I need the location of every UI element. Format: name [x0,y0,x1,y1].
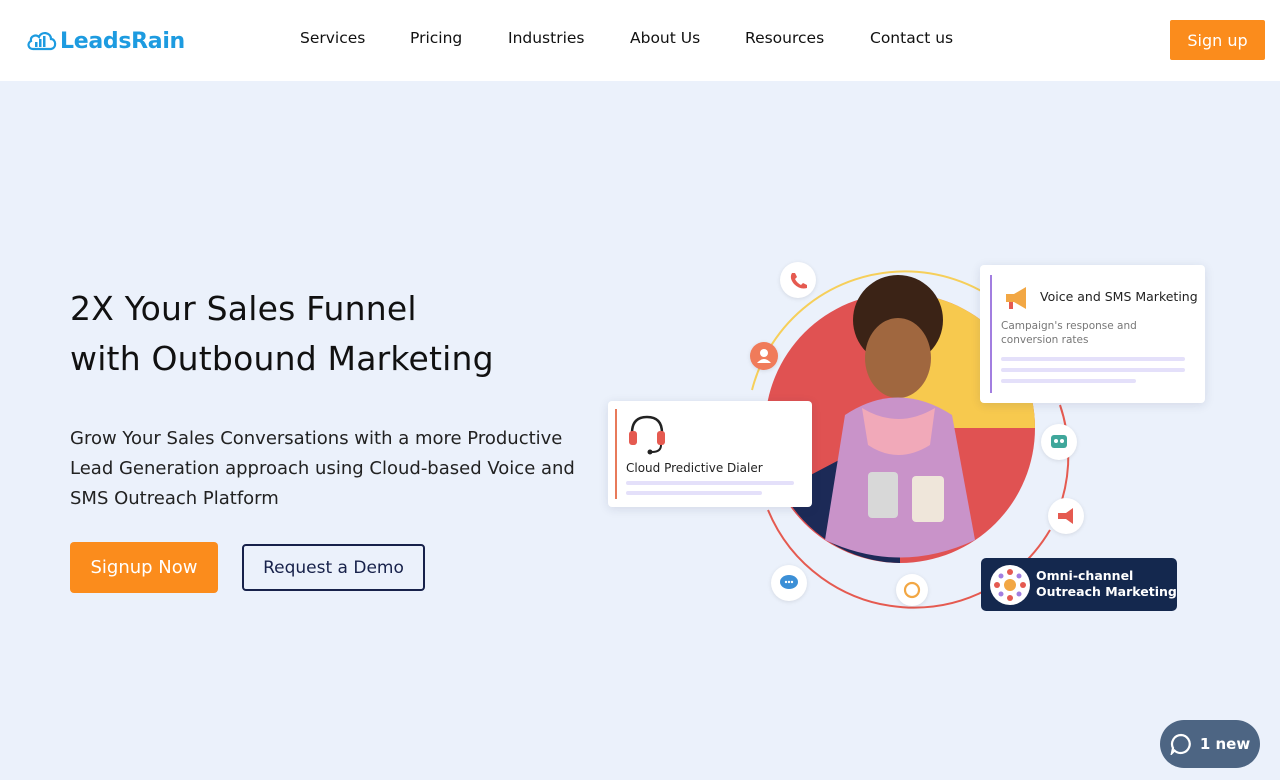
card-accent-bar [990,275,992,393]
nav-contact-us[interactable]: Contact us [870,29,953,47]
megaphone-icon [1006,287,1026,309]
hero-title: 2X Your Sales Funnel with Outbound Marke… [70,284,590,384]
robot-icon [1041,424,1077,460]
network-people-icon [990,565,1030,605]
nav-resources[interactable]: Resources [745,29,824,47]
header-signup-button[interactable]: Sign up [1170,20,1265,60]
voice-card-desc: Campaign's response and conversion rates [1001,320,1137,346]
main-nav: Services Pricing Industries About Us Res… [0,29,1280,51]
chat-bubbles-icon [771,565,807,601]
card-accent-bar [615,409,617,499]
headset-icon [629,415,665,455]
nav-about-us[interactable]: About Us [630,29,700,47]
megaphone-icon [1048,498,1084,534]
phone-icon [780,262,816,298]
site-header: LeadsRain Services Pricing Industries Ab… [0,0,1280,81]
refresh-icon [896,574,928,606]
predictive-dialer-card: Cloud Predictive Dialer [608,401,812,507]
user-icon [750,342,778,370]
omni-card-line-2: Outreach Marketing [1036,584,1177,599]
voice-sms-card: Voice and SMS Marketing Campaign's respo… [980,265,1205,403]
hero-illustration: Voice and SMS Marketing Campaign's respo… [600,240,1220,640]
placeholder-line [1001,379,1136,383]
placeholder-line [626,491,762,495]
chat-widget-button[interactable]: 1 new [1160,720,1260,768]
nav-industries[interactable]: Industries [508,29,585,47]
nav-pricing[interactable]: Pricing [410,29,462,47]
voice-card-title: Voice and SMS Marketing [1040,289,1198,304]
dialer-card-title: Cloud Predictive Dialer [626,461,763,475]
placeholder-line [1001,368,1185,372]
request-demo-button[interactable]: Request a Demo [242,544,425,591]
chat-widget-label: 1 new [1199,735,1251,753]
chat-icon [1170,733,1191,755]
placeholder-line [1001,357,1185,361]
hero-subtitle: Grow Your Sales Conversations with a mor… [70,428,575,509]
omni-card-line-1: Omni-channel [1036,568,1134,583]
signup-now-button[interactable]: Signup Now [70,542,218,593]
placeholder-line [626,481,794,485]
omni-channel-card: Omni-channel Outreach Marketing [981,558,1177,611]
nav-services[interactable]: Services [300,29,365,47]
hero-title-line-2: with Outbound Marketing [70,339,494,378]
hero-title-line-1: 2X Your Sales Funnel [70,289,417,328]
